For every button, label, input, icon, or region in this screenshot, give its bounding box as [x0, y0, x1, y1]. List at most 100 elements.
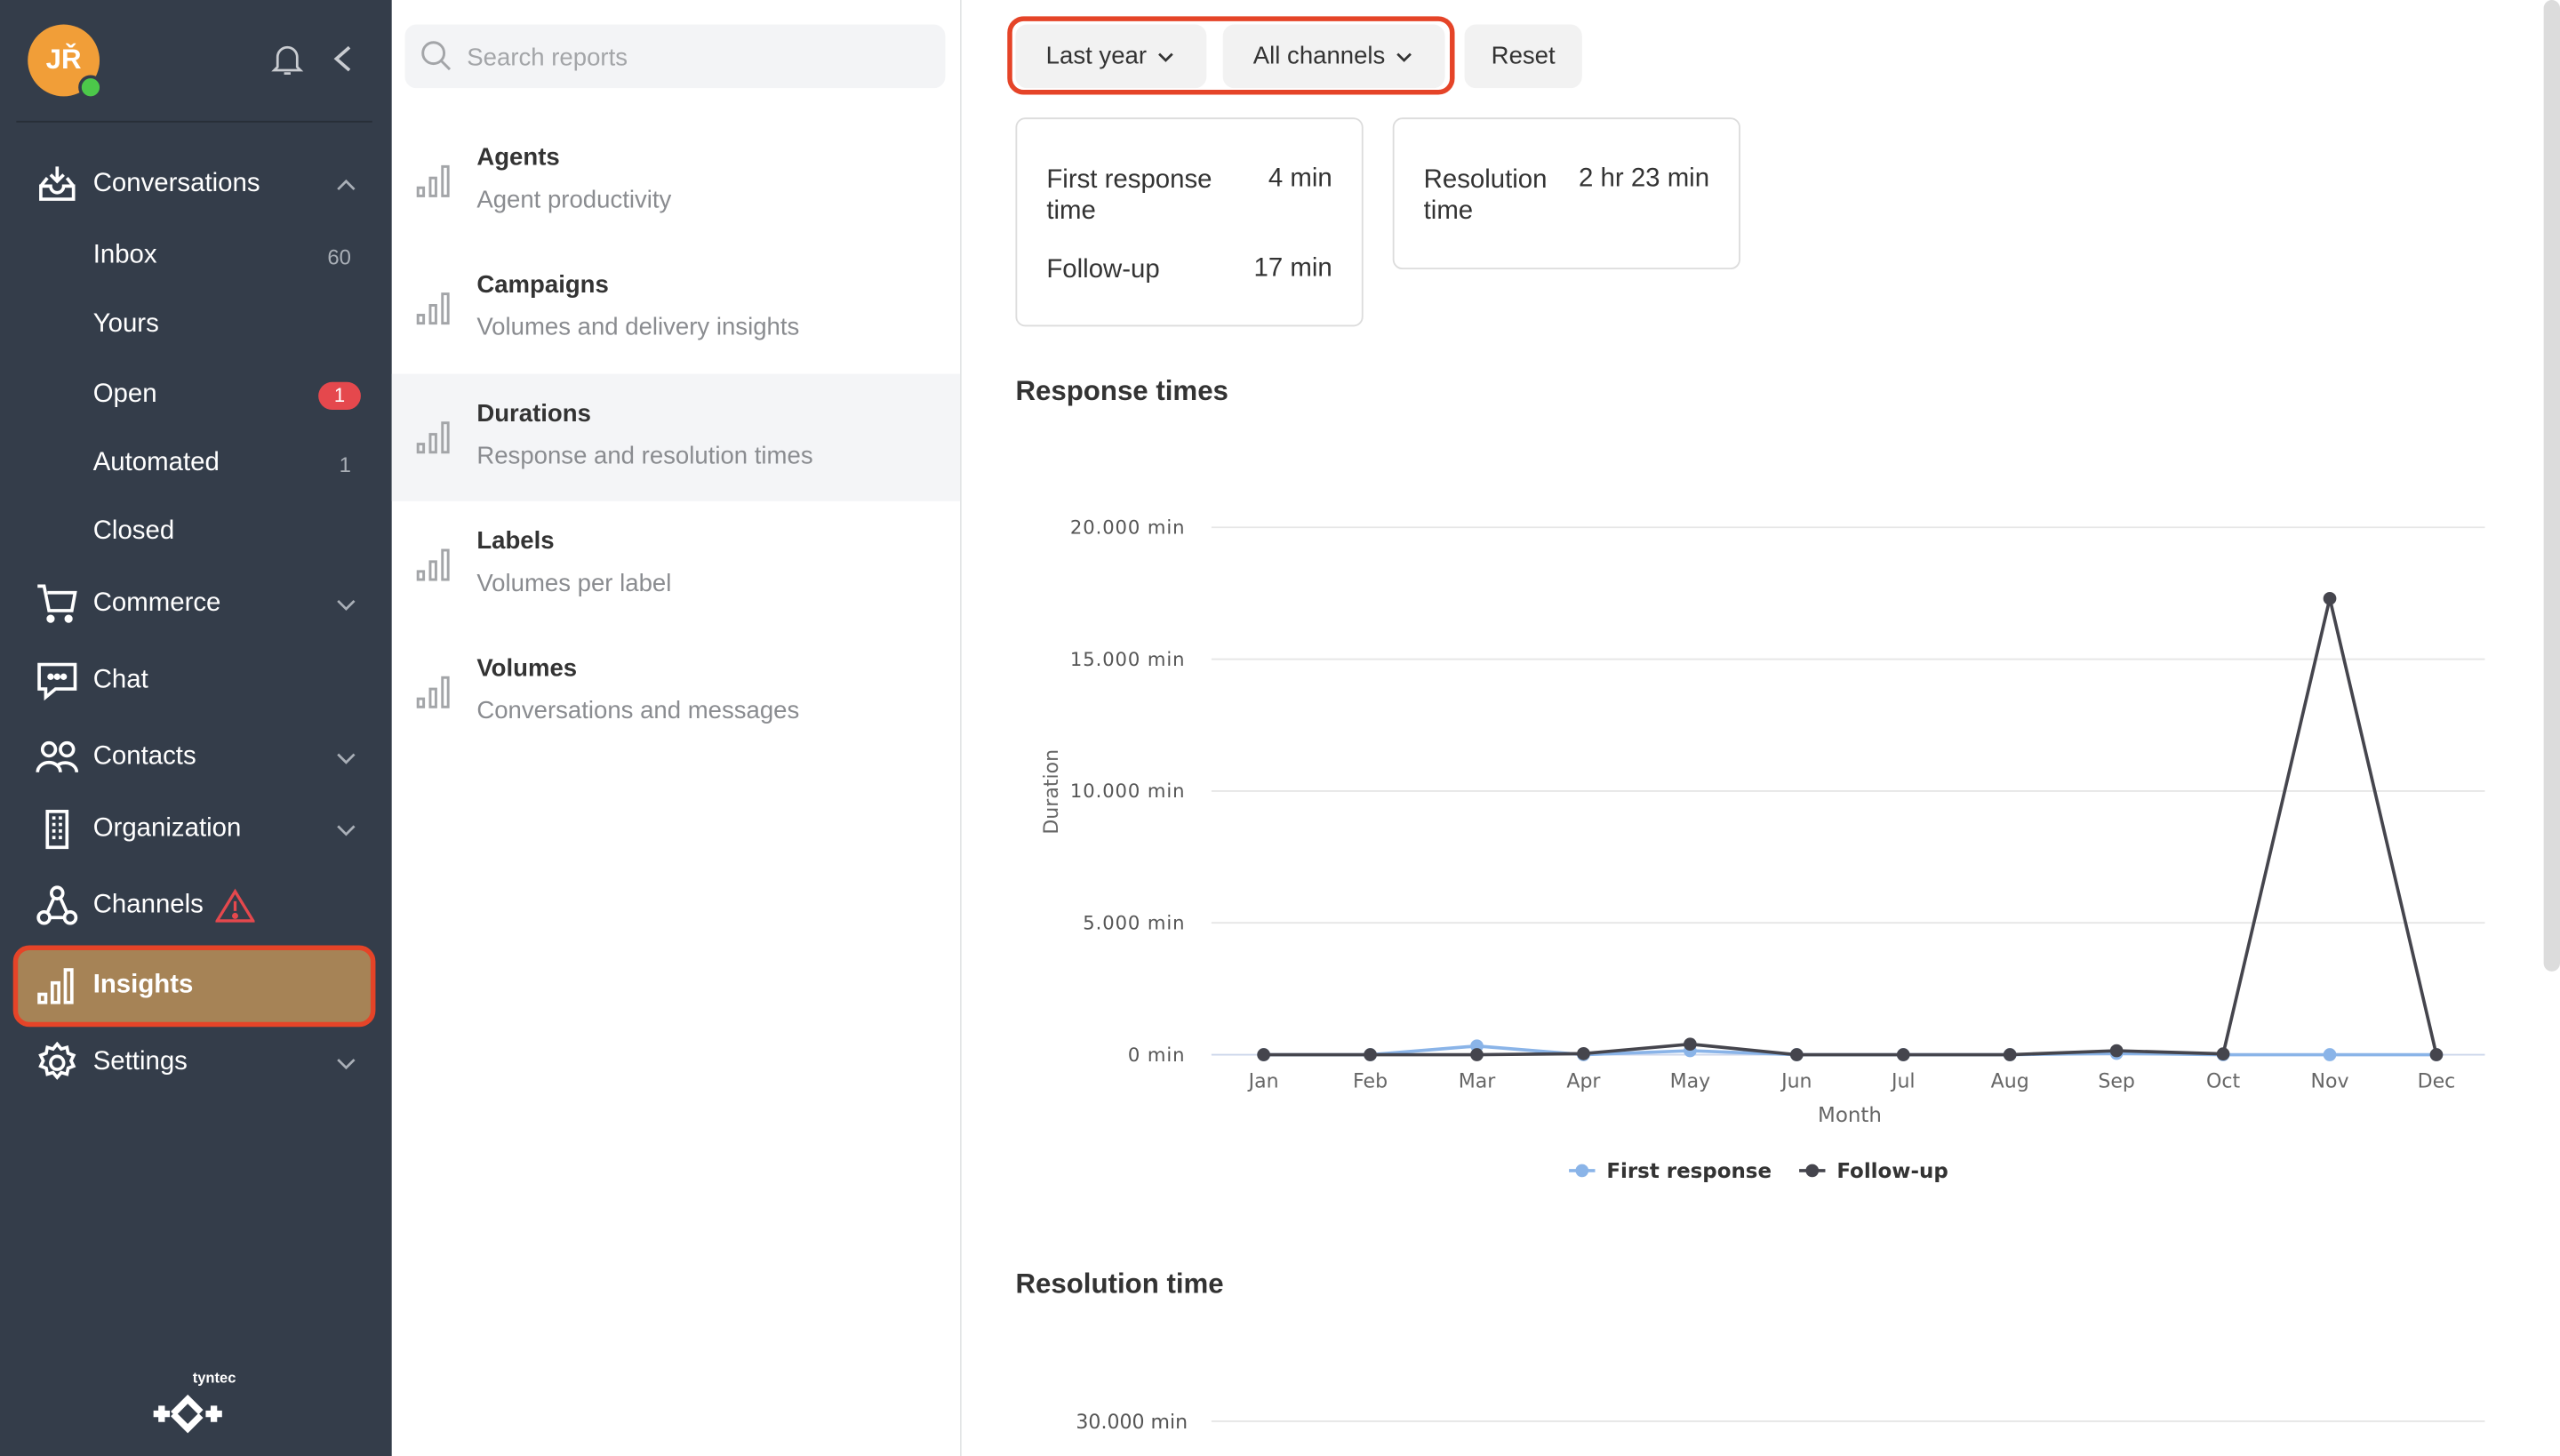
- sidebar: JŘ Conversations Inbox 60 Yours Open 1 A…: [0, 0, 392, 1456]
- chevron-up-icon[interactable]: [335, 173, 358, 196]
- report-item-durations[interactable]: Durations Response and resolution times: [391, 373, 960, 501]
- report-title: Durations: [476, 399, 591, 428]
- data-point: [1577, 1046, 1590, 1060]
- sidebar-item-channels[interactable]: Channels: [13, 868, 374, 943]
- sidebar-item-organization[interactable]: Organization: [13, 792, 374, 867]
- sidebar-item-label: Organization: [92, 814, 242, 843]
- search-icon: [421, 41, 452, 71]
- tyntec-logo-icon: [153, 1394, 222, 1434]
- bell-icon[interactable]: [268, 39, 307, 78]
- resolution-summary-card: Resolution time 2 hr 23 min: [1392, 117, 1740, 270]
- bar-chart-icon: [416, 292, 450, 325]
- sidebar-subitem-inbox[interactable]: Inbox 60: [13, 224, 374, 289]
- x-tick-label: Oct: [2206, 1070, 2240, 1092]
- resolution-gridline: [1211, 1420, 2485, 1422]
- channel-dropdown[interactable]: All channels: [1222, 24, 1445, 89]
- cart-icon: [37, 584, 77, 623]
- report-title: Campaigns: [476, 270, 609, 300]
- x-tick-label: Aug: [1991, 1070, 2029, 1092]
- report-subtitle: Conversations and messages: [476, 697, 800, 725]
- sidebar-item-contacts[interactable]: Contacts: [13, 720, 374, 795]
- x-tick-label: Jan: [1247, 1070, 1279, 1092]
- period-dropdown[interactable]: Last year: [1015, 24, 1207, 89]
- sidebar-item-label: Settings: [92, 1048, 188, 1076]
- bar-chart-icon: [37, 968, 74, 1004]
- tyntec-logo: tyntec: [144, 1368, 249, 1440]
- chevron-down-icon: [1158, 52, 1174, 61]
- y-axis-label: Duration: [1041, 749, 1063, 835]
- automated-count: 1: [339, 451, 351, 476]
- y-tick-label: 5.000 min: [1083, 912, 1185, 934]
- x-tick-label: Jun: [1780, 1070, 1812, 1092]
- sidebar-subitem-label: Yours: [92, 309, 159, 339]
- report-title: Labels: [476, 527, 555, 556]
- response-summary-card: First response time 4 min Follow-up 17 m…: [1015, 117, 1364, 327]
- resolution-time-label: Resolution time: [1423, 166, 1548, 226]
- sidebar-subitem-label: Inbox: [92, 241, 157, 270]
- channel-dropdown-label: All channels: [1252, 42, 1386, 70]
- response-times-chart: 0 min 5.000 min 10.000 min 15.000 min 20.000…: [1041, 516, 2485, 1183]
- sidebar-item-insights[interactable]: Insights: [12, 945, 376, 1028]
- app-root: JŘ Conversations Inbox 60 Yours Open 1 A…: [0, 0, 2560, 1456]
- response-times-title: Response times: [1015, 375, 1228, 407]
- open-count-badge: 1: [318, 380, 361, 410]
- inbox-count: 60: [327, 244, 351, 269]
- chat-bubble-icon: [37, 662, 77, 701]
- resolution-time-value: 2 hr 23 min: [1579, 164, 1710, 193]
- first-response-value: 4 min: [1268, 164, 1332, 193]
- sidebar-item-label: Insights: [92, 971, 194, 1000]
- x-axis-label: Month: [1818, 1104, 1882, 1127]
- x-tick-label: Dec: [2418, 1070, 2456, 1092]
- resolution-time-title: Resolution time: [1015, 1268, 1224, 1300]
- chevron-down-icon[interactable]: [335, 1052, 358, 1075]
- page-scrollbar[interactable]: [2543, 0, 2560, 972]
- inbox-download-icon: [39, 166, 76, 201]
- report-title: Agents: [476, 143, 560, 172]
- sidebar-subitem-yours[interactable]: Yours: [13, 292, 374, 357]
- sidebar-item-label: Contacts: [92, 742, 196, 771]
- chevron-down-icon[interactable]: [335, 818, 358, 841]
- x-tick-label: Jul: [1890, 1070, 1916, 1092]
- sidebar-item-chat[interactable]: Chat: [13, 644, 374, 718]
- warning-icon: [215, 888, 255, 923]
- resolution-y-tick: 30.000 min: [1076, 1410, 1188, 1434]
- chevron-down-icon[interactable]: [335, 593, 358, 616]
- y-tick-label: 0 min: [1128, 1044, 1186, 1066]
- sidebar-item-label: Channels: [92, 891, 204, 920]
- sidebar-subitem-closed[interactable]: Closed: [13, 500, 374, 564]
- report-subtitle: Volumes per label: [476, 570, 672, 598]
- data-point: [2429, 1048, 2444, 1061]
- sidebar-subitem-open[interactable]: Open 1: [13, 363, 374, 428]
- reset-button[interactable]: Reset: [1464, 24, 1582, 89]
- chevron-down-icon: [1397, 52, 1412, 61]
- sidebar-item-settings[interactable]: Settings: [13, 1025, 374, 1100]
- x-tick-label: Nov: [2311, 1070, 2349, 1092]
- data-point: [1789, 1048, 1804, 1061]
- bar-chart-icon: [416, 676, 450, 708]
- sidebar-subitem-label: Closed: [92, 517, 175, 546]
- report-subtitle: Response and resolution times: [476, 442, 813, 470]
- report-item-campaigns[interactable]: Campaigns Volumes and delivery insights: [392, 245, 960, 372]
- x-tick-label: Mar: [1459, 1070, 1497, 1092]
- data-point: [1364, 1048, 1377, 1061]
- report-subtitle: Volumes and delivery insights: [476, 313, 800, 341]
- sidebar-item-commerce[interactable]: Commerce: [13, 566, 374, 641]
- data-point: [2109, 1044, 2124, 1058]
- chevron-down-icon[interactable]: [335, 746, 358, 769]
- y-tick-label: 20.000 min: [1070, 516, 1186, 539]
- collapse-sidebar-icon[interactable]: [330, 43, 356, 76]
- x-tick-label: Feb: [1353, 1070, 1388, 1092]
- search-reports-input[interactable]: [463, 24, 936, 92]
- report-item-labels[interactable]: Labels Volumes per label: [392, 501, 960, 628]
- report-item-agents[interactable]: Agents Agent productivity: [392, 117, 960, 244]
- sidebar-item-label: Commerce: [92, 589, 221, 618]
- legend-label: Follow-up: [1836, 1160, 1948, 1183]
- avatar-initials: JŘ: [45, 44, 82, 76]
- building-icon: [45, 810, 69, 850]
- sidebar-item-conversations[interactable]: Conversations: [13, 147, 374, 221]
- report-item-volumes[interactable]: Volumes Conversations and messages: [392, 628, 960, 756]
- sidebar-header: JŘ: [0, 0, 392, 123]
- main-content: Last year All channels Reset First respo…: [961, 0, 2560, 1456]
- sidebar-subitem-automated[interactable]: Automated 1: [13, 431, 374, 496]
- x-tick-label: Sep: [2098, 1070, 2135, 1092]
